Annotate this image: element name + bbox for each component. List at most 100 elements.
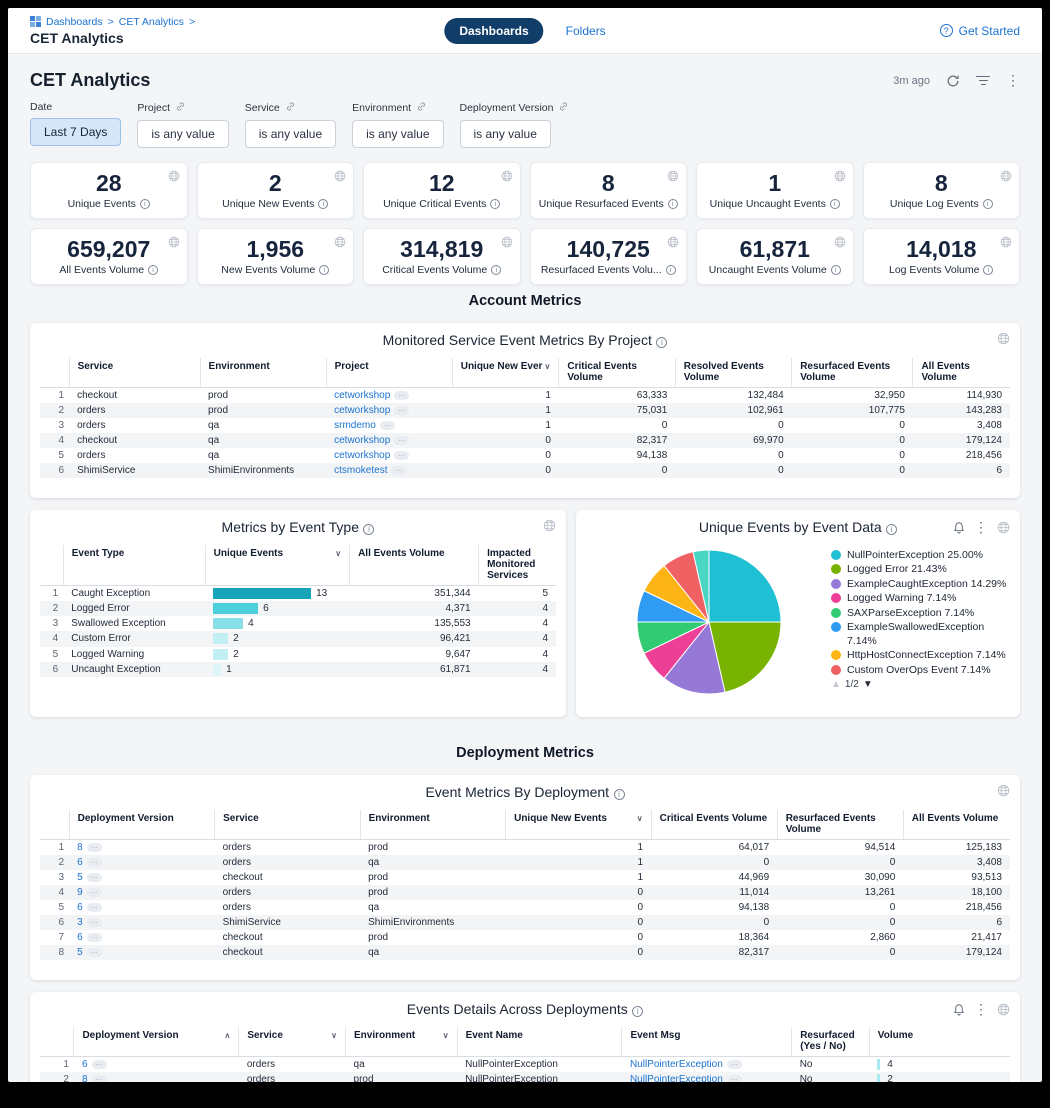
- column-header-all-events-volume[interactable]: All Events Volume: [913, 358, 1010, 388]
- cell-link[interactable]: cetworkshop: [334, 390, 390, 401]
- legend-item[interactable]: SAXParseException 7.14%: [831, 607, 1010, 620]
- column-header-impacted-monitored-services[interactable]: Impacted Monitored Services: [479, 545, 556, 586]
- column-header-project[interactable]: Project: [326, 358, 452, 388]
- info-icon[interactable]: i: [983, 199, 993, 209]
- cell-link[interactable]: 5: [77, 872, 83, 883]
- column-header-unique-new-events[interactable]: Unique New Events∨: [506, 810, 652, 840]
- legend-item[interactable]: ExampleCaughtException 14.29%: [831, 578, 1010, 591]
- ellipsis-badge[interactable]: …: [87, 948, 102, 957]
- cell-link[interactable]: 6: [82, 1059, 88, 1070]
- info-icon[interactable]: i: [831, 265, 841, 275]
- column-header-deployment-version[interactable]: Deployment Version∧: [74, 1027, 239, 1057]
- ellipsis-badge[interactable]: …: [727, 1060, 742, 1069]
- ellipsis-badge[interactable]: …: [87, 858, 102, 867]
- globe-icon[interactable]: [997, 1003, 1010, 1016]
- legend-item[interactable]: HttpHostConnectException 7.14%: [831, 649, 1010, 662]
- legend-item[interactable]: ExampleSwallowedException 7.14%: [831, 621, 1010, 648]
- pie-slice[interactable]: [709, 550, 781, 622]
- column-header-event-name[interactable]: Event Name: [457, 1027, 622, 1057]
- ellipsis-badge[interactable]: …: [92, 1075, 107, 1082]
- cell-link[interactable]: cetworkshop: [334, 450, 390, 461]
- column-header-event-type[interactable]: Event Type: [63, 545, 205, 586]
- column-header-deployment-version[interactable]: Deployment Version: [69, 810, 215, 840]
- info-icon[interactable]: i: [319, 265, 329, 275]
- globe-icon[interactable]: [334, 235, 346, 253]
- filter-value-button[interactable]: Last 7 Days: [30, 118, 121, 146]
- cell-link[interactable]: 3: [77, 917, 83, 928]
- legend-item[interactable]: Logged Error 21.43%: [831, 563, 1010, 576]
- column-header-environment[interactable]: Environment: [200, 358, 326, 388]
- ellipsis-badge[interactable]: …: [394, 406, 409, 415]
- info-icon[interactable]: i: [830, 199, 840, 209]
- info-icon[interactable]: i: [668, 199, 678, 209]
- globe-icon[interactable]: [168, 235, 180, 253]
- info-icon[interactable]: i: [490, 199, 500, 209]
- column-header-unique-new-ever[interactable]: Unique New Ever∨: [452, 358, 559, 388]
- legend-page-up-icon[interactable]: ▲: [831, 679, 841, 690]
- cell-link[interactable]: 6: [77, 932, 83, 943]
- legend-page-down-icon[interactable]: ▼: [863, 679, 873, 690]
- ellipsis-badge[interactable]: …: [92, 1060, 107, 1069]
- globe-icon[interactable]: [1000, 235, 1012, 253]
- ellipsis-badge[interactable]: …: [727, 1075, 742, 1082]
- cell-link[interactable]: cetworkshop: [334, 435, 390, 446]
- info-icon[interactable]: i: [656, 337, 667, 348]
- globe-icon[interactable]: [501, 169, 513, 187]
- tab-dashboards[interactable]: Dashboards: [444, 18, 543, 44]
- column-header-service[interactable]: Service∨: [239, 1027, 346, 1057]
- globe-icon[interactable]: [501, 235, 513, 253]
- cell-link[interactable]: ctsmoketest: [334, 465, 387, 476]
- globe-icon[interactable]: [997, 332, 1010, 345]
- column-header-environment[interactable]: Environment∨: [346, 1027, 458, 1057]
- column-header-critical-events-volume[interactable]: Critical Events Volume: [651, 810, 777, 840]
- filter-value-button[interactable]: is any value: [245, 120, 336, 148]
- column-header-event-msg[interactable]: Event Msg: [622, 1027, 792, 1057]
- column-header-service[interactable]: Service: [215, 810, 361, 840]
- bell-icon[interactable]: [953, 521, 965, 534]
- info-icon[interactable]: i: [666, 265, 676, 275]
- info-icon[interactable]: i: [983, 265, 993, 275]
- globe-icon[interactable]: [667, 235, 679, 253]
- cell-link[interactable]: 5: [77, 947, 83, 958]
- filter-value-button[interactable]: is any value: [137, 120, 228, 148]
- ellipsis-badge[interactable]: …: [87, 933, 102, 942]
- column-header-all-events-volume[interactable]: All Events Volume: [350, 545, 479, 586]
- column-header-environment[interactable]: Environment: [360, 810, 506, 840]
- get-started-link[interactable]: ? Get Started: [940, 24, 1020, 38]
- globe-icon[interactable]: [168, 169, 180, 187]
- filter-icon[interactable]: [976, 76, 990, 86]
- kebab-icon[interactable]: ⋮: [974, 519, 988, 536]
- globe-icon[interactable]: [997, 521, 1010, 534]
- ellipsis-badge[interactable]: …: [394, 436, 409, 445]
- cell-link[interactable]: 8: [82, 1074, 88, 1082]
- ellipsis-badge[interactable]: …: [391, 466, 406, 475]
- cell-link[interactable]: cetworkshop: [334, 405, 390, 416]
- breadcrumb-cet-analytics[interactable]: CET Analytics: [119, 16, 184, 28]
- info-icon[interactable]: i: [614, 789, 625, 800]
- column-header-critical-events-volume[interactable]: Critical Events Volume: [559, 358, 675, 388]
- globe-icon[interactable]: [834, 235, 846, 253]
- globe-icon[interactable]: [667, 169, 679, 187]
- refresh-icon[interactable]: [946, 74, 960, 88]
- ellipsis-badge[interactable]: …: [87, 903, 102, 912]
- cell-link[interactable]: 6: [77, 857, 83, 868]
- tab-folders[interactable]: Folders: [566, 24, 606, 38]
- column-header-resurfaced[interactable]: Resurfaced(Yes / No): [792, 1027, 870, 1057]
- cell-link[interactable]: 9: [77, 887, 83, 898]
- ellipsis-badge[interactable]: …: [87, 873, 102, 882]
- legend-item[interactable]: NullPointerException 25.00%: [831, 549, 1010, 562]
- ellipsis-badge[interactable]: …: [394, 391, 409, 400]
- breadcrumb-dashboards[interactable]: Dashboards: [46, 16, 103, 28]
- ellipsis-badge[interactable]: …: [87, 918, 102, 927]
- filter-value-button[interactable]: is any value: [352, 120, 443, 148]
- info-icon[interactable]: i: [491, 265, 501, 275]
- info-icon[interactable]: i: [140, 199, 150, 209]
- ellipsis-badge[interactable]: …: [394, 451, 409, 460]
- kebab-icon[interactable]: ⋮: [974, 1001, 988, 1018]
- cell-link[interactable]: 8: [77, 842, 83, 853]
- column-header-resolved-events-volume[interactable]: Resolved Events Volume: [675, 358, 791, 388]
- column-header-service[interactable]: Service: [69, 358, 200, 388]
- ellipsis-badge[interactable]: …: [87, 888, 102, 897]
- globe-icon[interactable]: [997, 784, 1010, 797]
- column-header-volume[interactable]: Volume: [869, 1027, 1010, 1057]
